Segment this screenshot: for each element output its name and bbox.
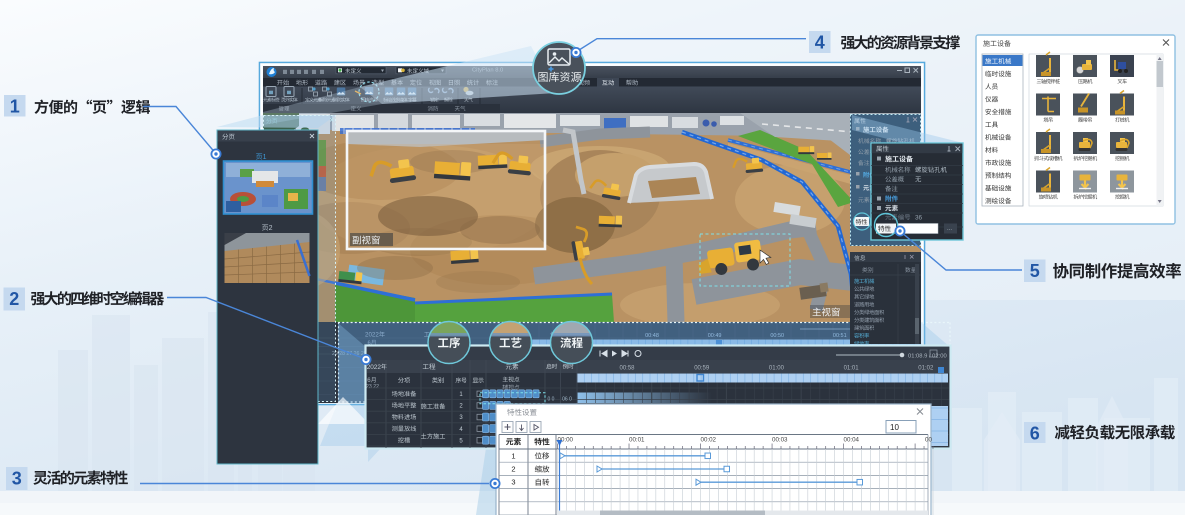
svg-text:06 0: 06 0 xyxy=(562,397,572,403)
svg-text:2: 2 xyxy=(511,465,515,474)
svg-text:6: 6 xyxy=(1030,423,1040,443)
svg-text:00: 00 xyxy=(925,437,932,444)
svg-text:2: 2 xyxy=(269,225,273,232)
svg-text:00:02: 00:02 xyxy=(701,437,717,444)
svg-text:01:08.9 / 02:00: 01:08.9 / 02:00 xyxy=(908,354,947,360)
svg-text:5: 5 xyxy=(1030,261,1040,281)
svg-text:36: 36 xyxy=(915,215,923,222)
svg-text:00:58: 00:58 xyxy=(619,366,635,372)
svg-text:3: 3 xyxy=(12,468,22,488)
svg-text:00:59: 00:59 xyxy=(694,366,710,372)
svg-text:1: 1 xyxy=(10,96,20,116)
svg-text:23 22: 23 22 xyxy=(366,384,379,390)
svg-text:4: 4 xyxy=(815,32,825,52)
svg-text:01:02: 01:02 xyxy=(918,366,934,372)
svg-text:10: 10 xyxy=(890,423,899,432)
svg-text:01:00: 01:00 xyxy=(769,366,785,372)
svg-text:2022: 2022 xyxy=(367,364,382,371)
svg-text:1: 1 xyxy=(263,154,267,161)
svg-text:2: 2 xyxy=(9,289,19,309)
svg-text:01:01: 01:01 xyxy=(844,366,860,372)
svg-text:00:03: 00:03 xyxy=(772,437,788,444)
svg-text:1: 1 xyxy=(511,451,515,460)
svg-text:...: ... xyxy=(947,226,952,232)
svg-text:00:01: 00:01 xyxy=(629,437,645,444)
svg-text:3: 3 xyxy=(511,478,515,487)
svg-text:0 0: 0 0 xyxy=(548,397,555,403)
svg-text:00:04: 00:04 xyxy=(844,437,860,444)
